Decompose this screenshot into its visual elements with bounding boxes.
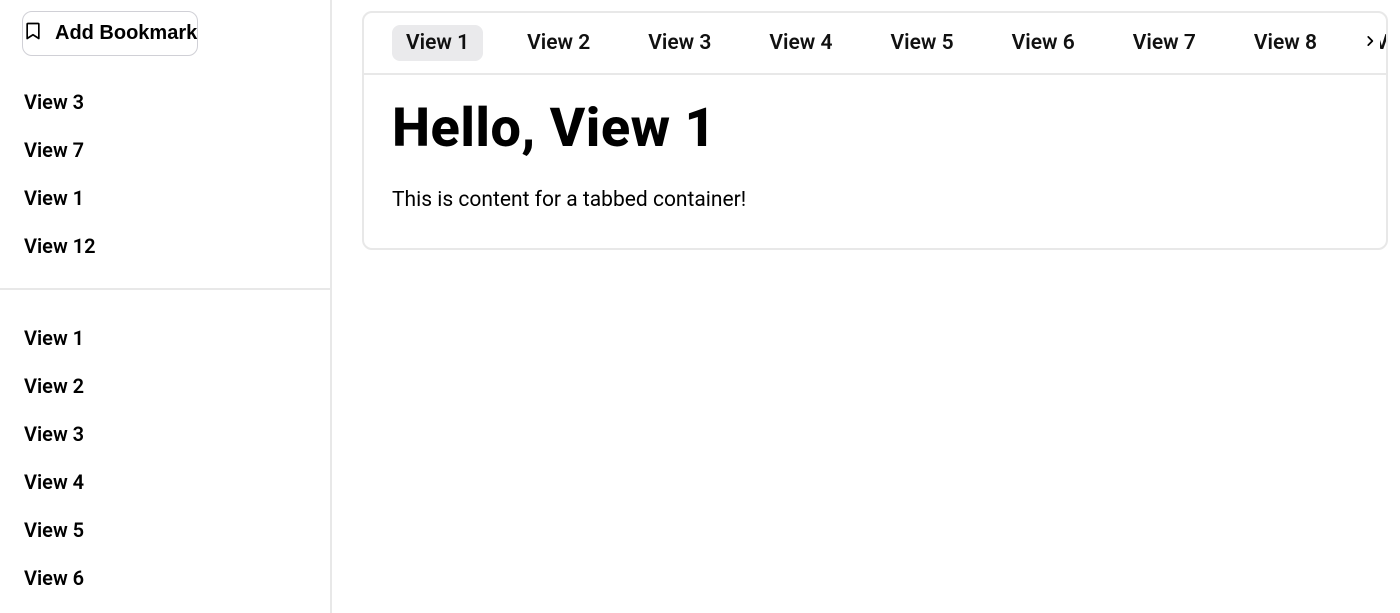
- tab-view-7[interactable]: View 7: [1119, 25, 1210, 61]
- sidebar-item-label: View 12: [24, 234, 96, 258]
- sidebar-item-label: View 3: [24, 90, 84, 114]
- tab-label: View 1: [406, 31, 469, 55]
- sidebar-item-label: View 6: [24, 566, 84, 590]
- tabbar-wrap: View 1 View 2 View 3 View 4 View 5: [364, 13, 1386, 75]
- sidebar-item-label: View 2: [24, 374, 84, 398]
- sidebar-item[interactable]: View 1: [0, 314, 330, 362]
- tab-label: View 4: [769, 31, 832, 55]
- tab-label: View 8: [1254, 31, 1317, 55]
- sidebar-item-label: View 5: [24, 518, 84, 542]
- sidebar: Add Bookmark View 3 View 7 View 1 View 1…: [0, 0, 332, 613]
- tab-label: View 6: [1012, 31, 1075, 55]
- sidebar-item[interactable]: View 12: [0, 222, 330, 270]
- add-bookmark-button[interactable]: Add Bookmark: [22, 11, 198, 56]
- tab-view-6[interactable]: View 6: [998, 25, 1089, 61]
- sidebar-bookmarks-section: View 3 View 7 View 1 View 12: [0, 56, 330, 290]
- tab-view-5[interactable]: View 5: [877, 25, 968, 61]
- sidebar-item[interactable]: View 6: [0, 554, 330, 602]
- content-heading: Hello, View 1: [392, 97, 1358, 160]
- tab-label: View 5: [891, 31, 954, 55]
- sidebar-item[interactable]: View 5: [0, 506, 330, 554]
- tab-view-8[interactable]: View 8: [1240, 25, 1331, 61]
- sidebar-item[interactable]: View 3: [0, 78, 330, 126]
- main-area: View 1 View 2 View 3 View 4 View 5: [332, 0, 1400, 613]
- tab-scroll-right-button[interactable]: [1360, 26, 1380, 60]
- tab-view-1[interactable]: View 1: [392, 25, 483, 61]
- sidebar-item[interactable]: View 7: [0, 126, 330, 174]
- chevron-right-icon: [1363, 31, 1377, 55]
- tab-label: View 3: [648, 31, 711, 55]
- sidebar-item[interactable]: View 2: [0, 362, 330, 410]
- sidebar-item[interactable]: View 7: [0, 602, 330, 613]
- content-body: This is content for a tabbed container!: [392, 188, 1358, 212]
- bookmark-icon: [23, 19, 43, 49]
- tab-view-4[interactable]: View 4: [755, 25, 846, 61]
- add-bookmark-label: Add Bookmark: [55, 22, 197, 45]
- sidebar-item-label: View 1: [24, 326, 84, 350]
- tabbar: View 1 View 2 View 3 View 4 View 5: [364, 13, 1386, 73]
- sidebar-item-label: View 1: [24, 186, 84, 210]
- tab-view-2[interactable]: View 2: [513, 25, 604, 61]
- sidebar-item-label: View 4: [24, 470, 84, 494]
- tab-content: Hello, View 1 This is content for a tabb…: [364, 75, 1386, 248]
- tab-label: View 7: [1133, 31, 1196, 55]
- tab-view-3[interactable]: View 3: [634, 25, 725, 61]
- sidebar-views-section: View 1 View 2 View 3 View 4 View 5 View …: [0, 290, 330, 613]
- tab-label: View 2: [527, 31, 590, 55]
- sidebar-item[interactable]: View 4: [0, 458, 330, 506]
- app-root: Add Bookmark View 3 View 7 View 1 View 1…: [0, 0, 1400, 613]
- sidebar-item[interactable]: View 3: [0, 410, 330, 458]
- sidebar-item[interactable]: View 1: [0, 174, 330, 222]
- sidebar-item-label: View 3: [24, 422, 84, 446]
- sidebar-item-label: View 7: [24, 138, 84, 162]
- tab-container: View 1 View 2 View 3 View 4 View 5: [362, 11, 1388, 250]
